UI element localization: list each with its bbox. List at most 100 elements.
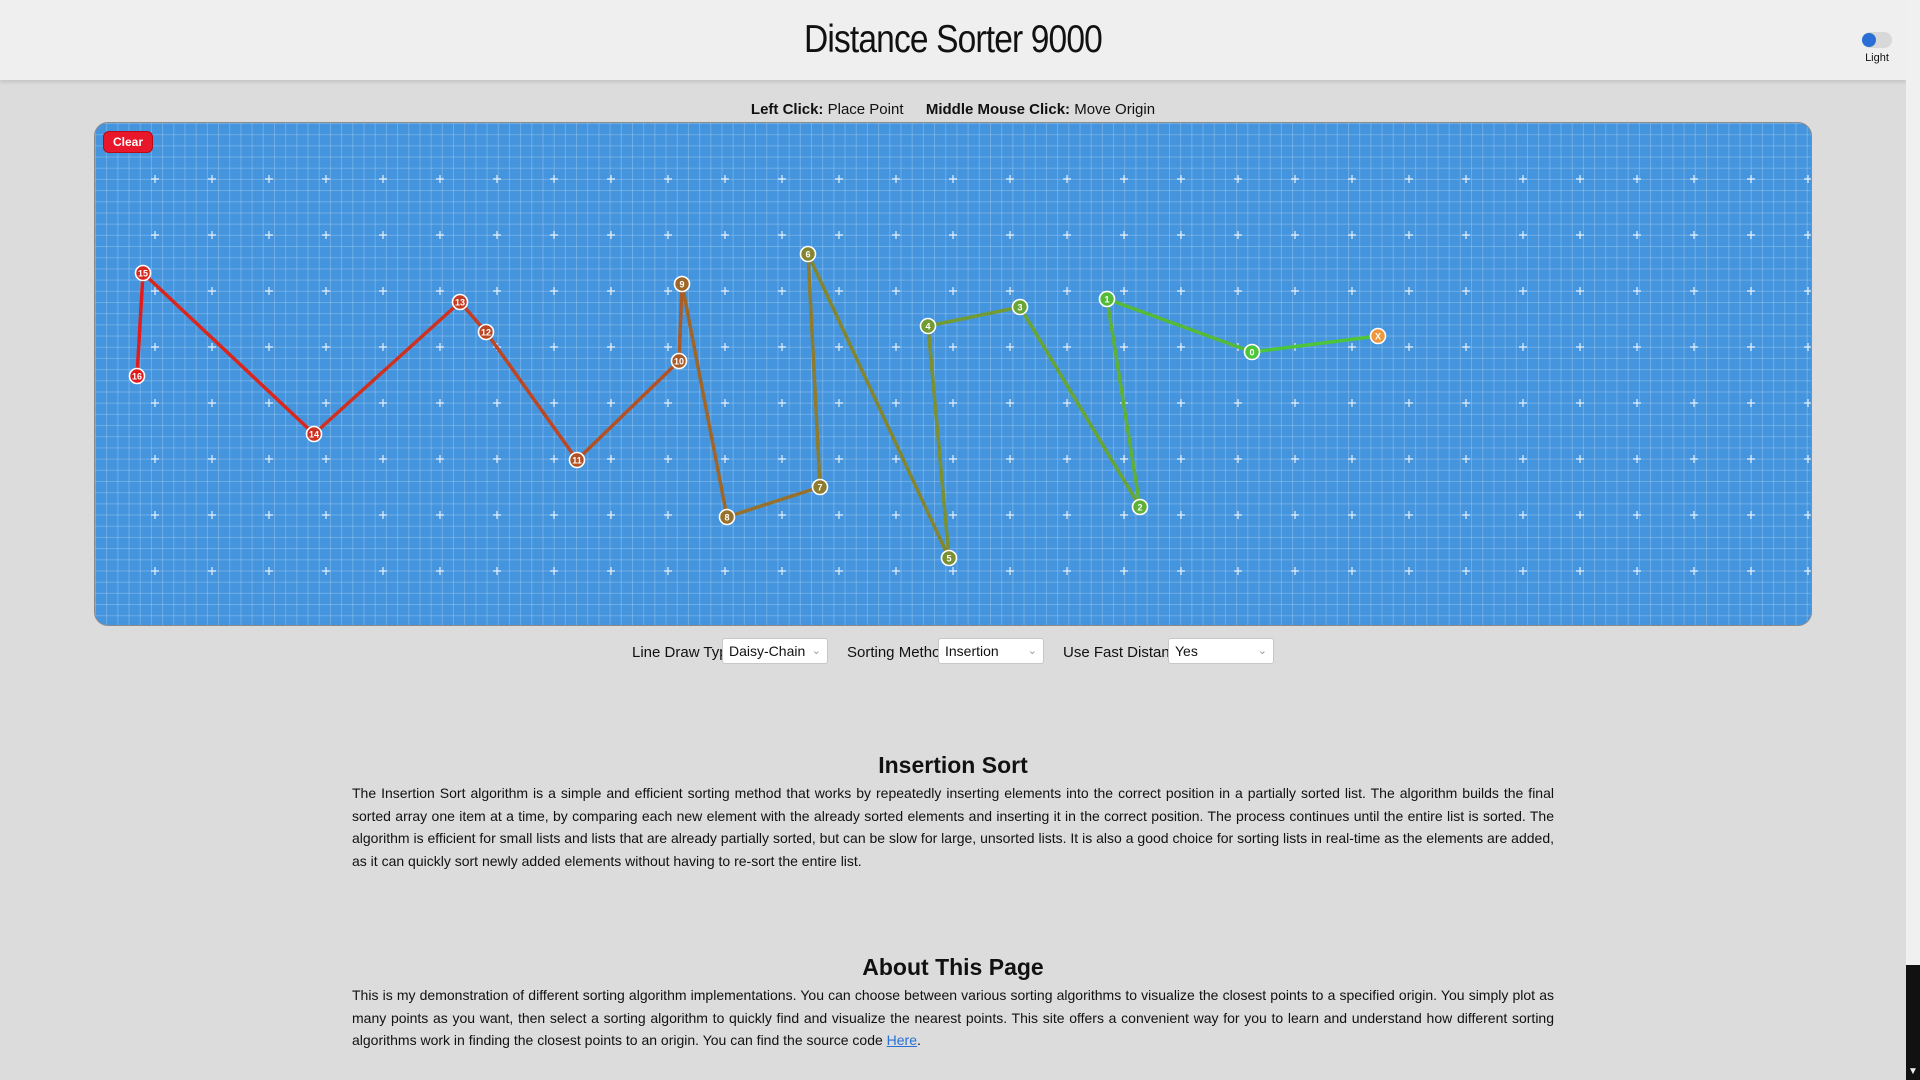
point-label: 2 [1137, 503, 1142, 513]
grid-cross [607, 399, 615, 407]
grid-cross [949, 175, 957, 183]
grid-cross [1690, 399, 1698, 407]
grid-cross [1519, 455, 1527, 463]
grid-cross [721, 231, 729, 239]
plot-point[interactable]: 8 [718, 508, 736, 526]
grid-cross [664, 343, 672, 351]
grid-cross [1405, 455, 1413, 463]
grid-cross [265, 287, 273, 295]
chain-segment [806, 252, 822, 489]
grid-cross [1006, 287, 1014, 295]
grid-cross [607, 343, 615, 351]
grid-cross [835, 231, 843, 239]
grid-cross [1177, 231, 1185, 239]
plot-canvas[interactable]: 0 1 2 3 4 5 6 7 8 9 10 11 12 13 14 15 16 X Clear [94, 122, 1812, 626]
plot-point[interactable]: 13 [451, 293, 469, 311]
grid-cross [1747, 343, 1755, 351]
grid-cross [1576, 231, 1584, 239]
scrollbar-thumb[interactable] [1906, 965, 1920, 1080]
plot-point[interactable]: 12 [477, 323, 495, 341]
grid-cross [778, 455, 786, 463]
plot-point[interactable]: 9 [673, 275, 691, 293]
grid-cross [493, 511, 501, 519]
grid-cross [892, 567, 900, 575]
grid-cross [436, 567, 444, 575]
plot-point[interactable]: 6 [799, 245, 817, 263]
grid-cross [1462, 175, 1470, 183]
grid-cross [892, 175, 900, 183]
about-end: . [917, 1032, 921, 1048]
plot-point[interactable]: 11 [568, 451, 586, 469]
grid-cross [1633, 511, 1641, 519]
scrollbar[interactable] [1906, 0, 1920, 1080]
grid-cross [949, 567, 957, 575]
grid-cross [322, 231, 330, 239]
clear-button[interactable]: Clear [103, 131, 154, 153]
grid-cross [607, 231, 615, 239]
grid-cross [664, 287, 672, 295]
grid-cross [778, 511, 786, 519]
plot-point[interactable]: 7 [811, 478, 829, 496]
grid-cross [436, 511, 444, 519]
about-title: About This Page [862, 954, 1044, 980]
grid-cross [265, 343, 273, 351]
grid-cross [265, 399, 273, 407]
grid-cross [664, 399, 672, 407]
origin-point[interactable]: X [1369, 327, 1387, 345]
plot-point[interactable]: 15 [134, 264, 152, 282]
grid-cross [1348, 399, 1356, 407]
about-text: This is my demonstration of different so… [352, 987, 1554, 1048]
chain-segment [725, 485, 822, 519]
chain-segment [1105, 297, 1254, 354]
grid-cross [1120, 175, 1128, 183]
plot-point[interactable]: 4 [919, 317, 937, 335]
grid-cross [1234, 287, 1242, 295]
grid-cross [1348, 175, 1356, 183]
fast-distance-select[interactable]: Yes ⌄ [1168, 638, 1274, 664]
sorting-method-select[interactable]: Insertion ⌄ [938, 638, 1044, 664]
grid-cross [322, 287, 330, 295]
line-draw-type-select[interactable]: Daisy-Chain ⌄ [722, 638, 828, 664]
plot-point[interactable]: 3 [1011, 298, 1029, 316]
grid-cross [1120, 511, 1128, 519]
grid-cross [322, 567, 330, 575]
plot-point[interactable]: 14 [305, 425, 323, 443]
chain-segment [1018, 305, 1142, 509]
plot-point[interactable]: 16 [128, 367, 146, 385]
plot-point[interactable]: 5 [940, 549, 958, 567]
grid-cross [1519, 287, 1527, 295]
grid-cross [664, 455, 672, 463]
grid-cross [208, 231, 216, 239]
grid-cross [778, 175, 786, 183]
grid-cross [151, 567, 159, 575]
grid-cross [1804, 399, 1811, 407]
plot-svg: 012345678910111213141516X [128, 175, 1811, 575]
grid-cross [550, 567, 558, 575]
grid-cross [1348, 511, 1356, 519]
header: Distance Sorter 9000 Light [0, 0, 1906, 80]
grid-cross [151, 231, 159, 239]
grid-cross [1633, 175, 1641, 183]
plot-point[interactable]: 0 [1243, 343, 1261, 361]
grid-cross [436, 175, 444, 183]
theme-toggle[interactable] [1862, 32, 1892, 48]
plot-point[interactable]: 1 [1098, 290, 1116, 308]
scroll-down-icon[interactable]: ▼ [1908, 1066, 1918, 1077]
grid-cross [1291, 287, 1299, 295]
grid-cross [1462, 343, 1470, 351]
plot-point[interactable]: 10 [670, 352, 688, 370]
grid-cross [1234, 455, 1242, 463]
plot-point[interactable]: 2 [1131, 498, 1149, 516]
grid-cross [721, 399, 729, 407]
chain-segment [806, 252, 951, 560]
grid-cross [1804, 511, 1811, 519]
grid-cross [778, 231, 786, 239]
grid-cross [1177, 287, 1185, 295]
point-label: 9 [679, 280, 684, 290]
grid-cross [265, 231, 273, 239]
point-label: 4 [925, 322, 930, 332]
grid-cross [208, 511, 216, 519]
grid-cross [1519, 343, 1527, 351]
source-code-link[interactable]: Here [887, 1032, 917, 1048]
grid-cross [550, 287, 558, 295]
